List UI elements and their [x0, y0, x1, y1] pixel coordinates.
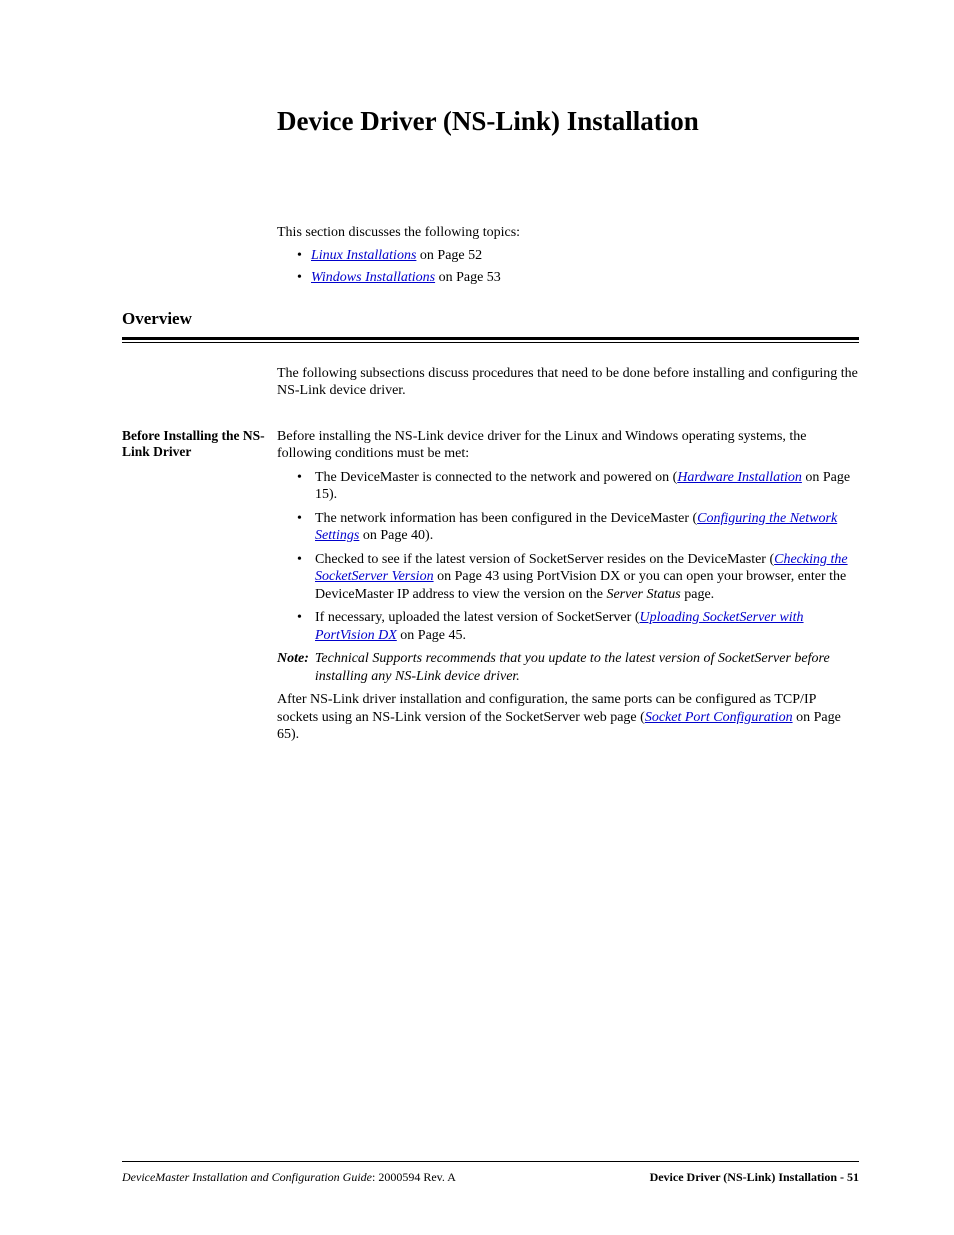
- intro-item-linux: Linux Installations on Page 52: [297, 247, 859, 265]
- b3-pre: Checked to see if the latest version of …: [315, 552, 774, 567]
- b1-pre: The DeviceMaster is connected to the net…: [315, 470, 677, 485]
- page-footer: DeviceMaster Installation and Configurat…: [122, 1161, 859, 1185]
- page-title: Device Driver (NS-Link) Installation: [277, 105, 859, 139]
- b2-pre: The network information has been configu…: [315, 511, 697, 526]
- footer-left-plain: : 2000594 Rev. A: [372, 1170, 456, 1184]
- intro-item-linux-rest: on Page 52: [416, 248, 482, 263]
- intro-lead: This section discusses the following top…: [277, 224, 859, 242]
- footer-left-italic: DeviceMaster Installation and Configurat…: [122, 1170, 372, 1184]
- link-linux-installations[interactable]: Linux Installations: [311, 248, 416, 263]
- before-side-heading: Before Installing the NS-Link Driver: [122, 428, 277, 460]
- b2-post: on Page 40).: [359, 528, 433, 543]
- intro-item-windows: Windows Installations on Page 53: [297, 269, 859, 287]
- b3-post: page.: [681, 587, 714, 602]
- b4-pre: If necessary, uploaded the latest versio…: [315, 610, 639, 625]
- link-windows-installations[interactable]: Windows Installations: [311, 270, 435, 285]
- overview-intro-text: The following subsections discuss proced…: [277, 365, 859, 400]
- before-bullet-4: If necessary, uploaded the latest versio…: [297, 609, 859, 644]
- before-bullet-1: The DeviceMaster is connected to the net…: [297, 469, 859, 504]
- before-lead: Before installing the NS-Link device dri…: [277, 428, 859, 463]
- link-hardware-installation[interactable]: Hardware Installation: [677, 470, 802, 485]
- footer-right: Device Driver (NS-Link) Installation - 5…: [650, 1170, 859, 1185]
- before-bullet-2: The network information has been configu…: [297, 510, 859, 545]
- link-socket-port-configuration[interactable]: Socket Port Configuration: [645, 710, 793, 725]
- b4-post: on Page 45.: [397, 628, 466, 643]
- section-rule: [122, 337, 859, 343]
- note-text: Technical Supports recommends that you u…: [315, 650, 859, 685]
- note-label: Note:: [277, 650, 315, 685]
- after-paragraph: After NS-Link driver installation and co…: [277, 691, 859, 744]
- intro-item-windows-rest: on Page 53: [435, 270, 501, 285]
- b3-em: Server Status: [606, 587, 680, 602]
- footer-left: DeviceMaster Installation and Configurat…: [122, 1170, 456, 1185]
- overview-heading: Overview: [122, 308, 859, 334]
- before-bullet-3: Checked to see if the latest version of …: [297, 551, 859, 604]
- note-block: Note: Technical Supports recommends that…: [277, 650, 859, 685]
